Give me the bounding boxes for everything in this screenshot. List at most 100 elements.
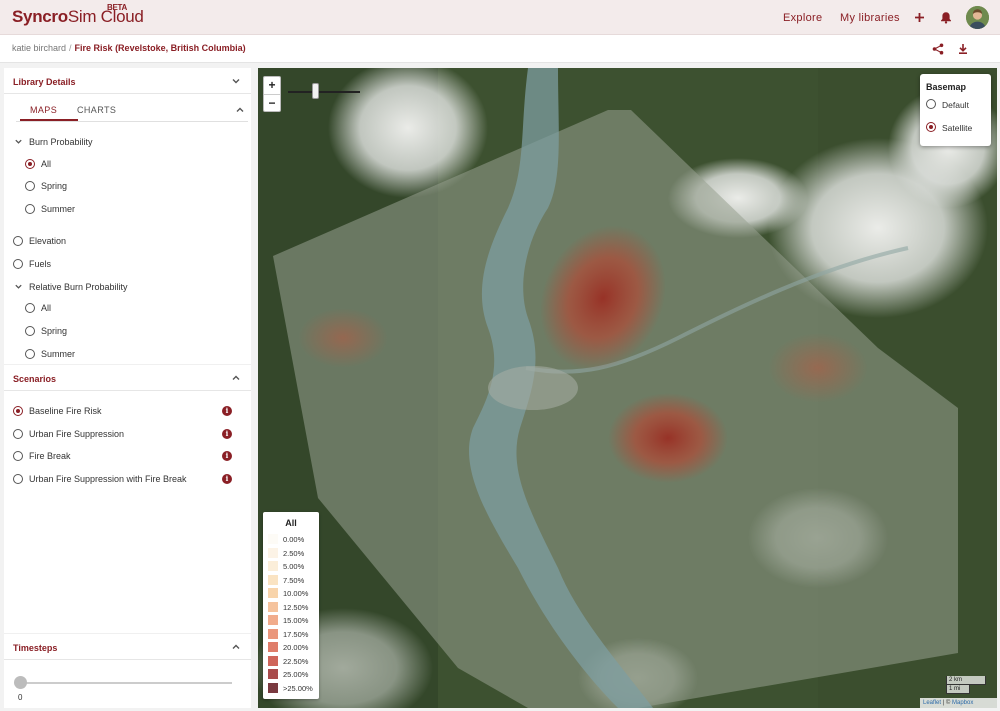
radio-relative-all[interactable] (25, 303, 35, 313)
zoom-out-button[interactable]: − (264, 95, 280, 112)
top-navbar: SyncroSim Cloud BETA Explore My librarie… (0, 0, 1000, 35)
library-details-title: Library Details (13, 77, 76, 87)
burn-all-label[interactable]: All (41, 159, 51, 169)
radio-elevation[interactable] (13, 236, 23, 246)
chevron-up-icon[interactable] (235, 105, 245, 115)
basemap-default-label[interactable]: Default (942, 100, 969, 110)
legend-swatch (268, 561, 278, 571)
mapbox-link[interactable]: Mapbox (952, 700, 973, 706)
legend-swatch (268, 682, 278, 693)
timesteps-panel: Timesteps 0 (4, 634, 251, 708)
share-icon[interactable] (930, 41, 946, 57)
layer-opacity-handle[interactable] (312, 83, 319, 99)
radio-burn-spring[interactable] (25, 181, 35, 191)
tab-maps[interactable]: MAPS (30, 105, 57, 115)
relative-all-label[interactable]: All (41, 303, 51, 313)
basemap-control: Basemap Default Satellite (920, 74, 991, 146)
download-icon[interactable] (955, 41, 971, 57)
timestep-value: 0 (18, 693, 23, 702)
layer-opacity-slider[interactable] (288, 91, 360, 93)
radio-scenario-baseline[interactable] (13, 406, 23, 416)
app-logo[interactable]: SyncroSim Cloud BETA (12, 3, 144, 27)
active-tab-indicator (20, 119, 78, 121)
library-details-header[interactable]: Library Details (4, 68, 251, 94)
breadcrumb: katie birchard / Fire Risk (Revelstoke, Br… (12, 43, 246, 53)
attribution-separator: | © (941, 700, 952, 706)
relative-summer-label[interactable]: Summer (41, 349, 75, 359)
legend-label: 15.00% (283, 616, 309, 625)
scenario-fire-break-label[interactable]: Fire Break (29, 451, 71, 461)
add-icon[interactable] (911, 9, 927, 25)
scenarios-title: Scenarios (13, 374, 57, 384)
burn-spring-label[interactable]: Spring (41, 181, 67, 191)
chevron-down-icon[interactable] (14, 282, 23, 291)
legend-swatch (268, 628, 278, 639)
info-icon[interactable]: i (222, 451, 232, 461)
scenario-baseline-label[interactable]: Baseline Fire Risk (29, 406, 102, 416)
satellite-imagery (258, 68, 997, 708)
radio-relative-spring[interactable] (25, 326, 35, 336)
radio-scenario-fire-break[interactable] (13, 451, 23, 461)
legend-label: 12.50% (283, 602, 309, 612)
legend-label: >25.00% (283, 683, 313, 693)
legend-label: 5.00% (283, 562, 305, 571)
radio-basemap-default[interactable] (926, 99, 936, 109)
fuels-label[interactable]: Fuels (29, 259, 51, 269)
legend-title: All (285, 518, 297, 528)
relative-spring-label[interactable]: Spring (41, 326, 67, 336)
leaflet-link[interactable]: Leaflet (923, 700, 941, 706)
zoom-in-button[interactable]: + (264, 77, 280, 94)
beta-badge: BETA (107, 3, 127, 12)
radio-scenario-urban-suppression[interactable] (13, 429, 23, 439)
scenario-suppression-fire-break-label[interactable]: Urban Fire Suppression with Fire Break (29, 474, 187, 484)
legend-label: 2.50% (283, 548, 305, 558)
radio-fuels[interactable] (13, 259, 23, 269)
chevron-down-icon (232, 79, 240, 84)
timestep-slider-track[interactable] (18, 682, 232, 684)
basemap-title: Basemap (926, 82, 967, 92)
breadcrumb-separator: / (69, 43, 72, 53)
elevation-label[interactable]: Elevation (29, 236, 66, 246)
legend-label: 7.50% (283, 575, 305, 585)
legend-swatch (268, 601, 278, 612)
legend-swatch (268, 655, 278, 666)
map-scale-bar: 2 km 1 mi (946, 676, 986, 694)
info-icon[interactable]: i (222, 474, 232, 484)
burn-probability-group[interactable]: Burn Probability (29, 137, 93, 147)
zoom-control: + − (263, 76, 281, 112)
legend-swatch (268, 574, 278, 585)
legend-swatch (268, 642, 278, 652)
map-legend: All 0.00% 2.50% 5.00% 7.50% 10.00% 12.50% 15.0… (263, 512, 319, 699)
map-view[interactable]: + − Basemap Default Satellite All 0.00% 2… (258, 68, 997, 708)
info-icon[interactable]: i (222, 406, 232, 416)
burn-summer-label[interactable]: Summer (41, 204, 75, 214)
radio-scenario-suppression-fire-break[interactable] (13, 474, 23, 484)
map-attribution: Leaflet | © Mapbox (920, 698, 997, 708)
legend-swatch (268, 534, 278, 544)
radio-burn-all[interactable] (25, 159, 35, 169)
library-details-panel: Library Details MAPS CHARTS Burn Probabi… (4, 68, 251, 364)
my-libraries-link[interactable]: My libraries (840, 12, 900, 24)
maps-charts-tabs: MAPS CHARTS (16, 97, 248, 122)
timesteps-header[interactable]: Timesteps (4, 634, 251, 660)
scenarios-header[interactable]: Scenarios (4, 365, 251, 391)
relative-burn-probability-group[interactable]: Relative Burn Probability (29, 282, 128, 292)
tab-charts[interactable]: CHARTS (77, 105, 116, 115)
scenarios-panel: Scenarios Baseline Fire Risk i Urban Fir… (4, 365, 251, 633)
logo-text-bold: Syncro (12, 7, 68, 26)
radio-relative-summer[interactable] (25, 349, 35, 359)
legend-swatch (268, 547, 278, 558)
legend-swatch (268, 669, 278, 679)
basemap-satellite-label[interactable]: Satellite (942, 123, 972, 133)
radio-burn-summer[interactable] (25, 204, 35, 214)
timestep-slider-handle[interactable] (14, 676, 27, 689)
logo-text: Sim Cloud (67, 7, 144, 26)
chevron-down-icon[interactable] (14, 137, 23, 146)
radio-basemap-satellite[interactable] (926, 122, 936, 132)
breadcrumb-user-link[interactable]: katie birchard (12, 43, 66, 53)
info-icon[interactable]: i (222, 429, 232, 439)
scenario-urban-suppression-label[interactable]: Urban Fire Suppression (29, 429, 124, 439)
explore-link[interactable]: Explore (783, 12, 822, 24)
user-avatar[interactable] (966, 6, 989, 29)
notifications-bell-icon[interactable] (938, 9, 954, 25)
